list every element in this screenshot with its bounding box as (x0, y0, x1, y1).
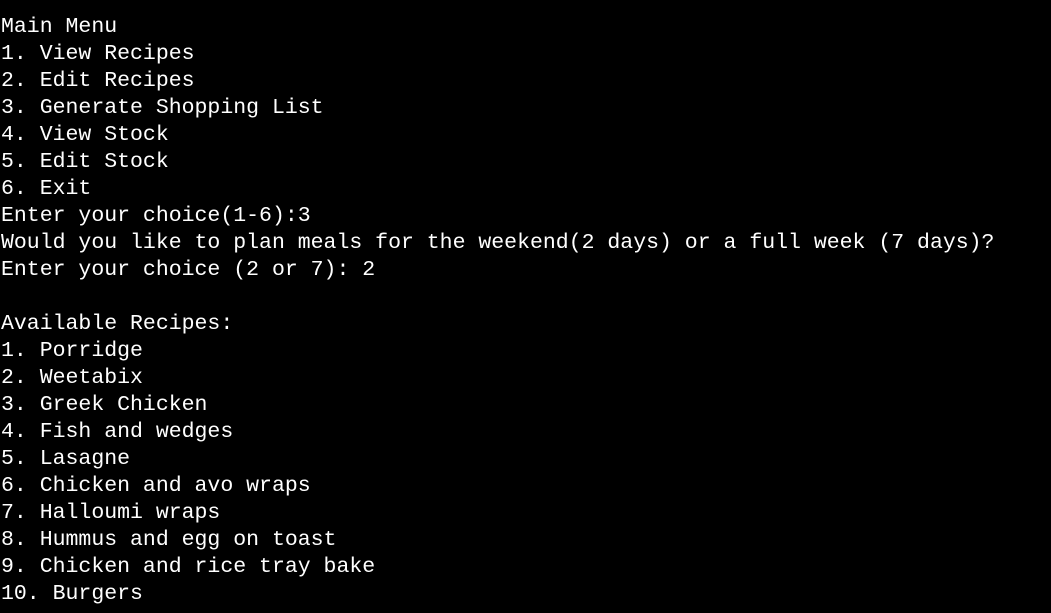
menu-item-exit: 6. Exit (1, 177, 92, 201)
recipe-item-weetabix: 2. Weetabix (1, 366, 143, 390)
menu-choice-prompt: Enter your choice(1-6):3 (1, 204, 311, 228)
recipe-item-fish-and-wedges: 4. Fish and wedges (1, 420, 234, 444)
recipe-item-porridge: 1. Porridge (1, 339, 143, 363)
recipes-header: Available Recipes: (1, 312, 234, 336)
plan-choice-prompt: Enter your choice (2 or 7): 2 (1, 258, 376, 282)
menu-item-view-stock: 4. View Stock (1, 123, 169, 147)
menu-item-edit-stock: 5. Edit Stock (1, 150, 169, 174)
recipe-item-lasagne: 5. Lasagne (1, 447, 131, 471)
menu-item-generate-shopping-list: 3. Generate Shopping List (1, 96, 324, 120)
recipe-item-chicken-avo-wraps: 6. Chicken and avo wraps (1, 474, 311, 498)
recipe-item-halloumi-wraps: 7. Halloumi wraps (1, 501, 221, 525)
menu-item-edit-recipes: 2. Edit Recipes (1, 69, 195, 93)
menu-item-view-recipes: 1. View Recipes (1, 42, 195, 66)
recipe-item-chicken-rice-tray-bake: 9. Chicken and rice tray bake (1, 555, 376, 579)
recipe-item-burgers: 10. Burgers (1, 582, 143, 606)
menu-title: Main Menu (1, 15, 118, 39)
plan-question: Would you like to plan meals for the wee… (1, 231, 995, 255)
recipe-item-hummus-egg-toast: 8. Hummus and egg on toast (1, 528, 337, 552)
recipe-item-greek-chicken: 3. Greek Chicken (1, 393, 208, 417)
terminal-window[interactable]: Main Menu 1. View Recipes 2. Edit Recipe… (0, 0, 1051, 613)
